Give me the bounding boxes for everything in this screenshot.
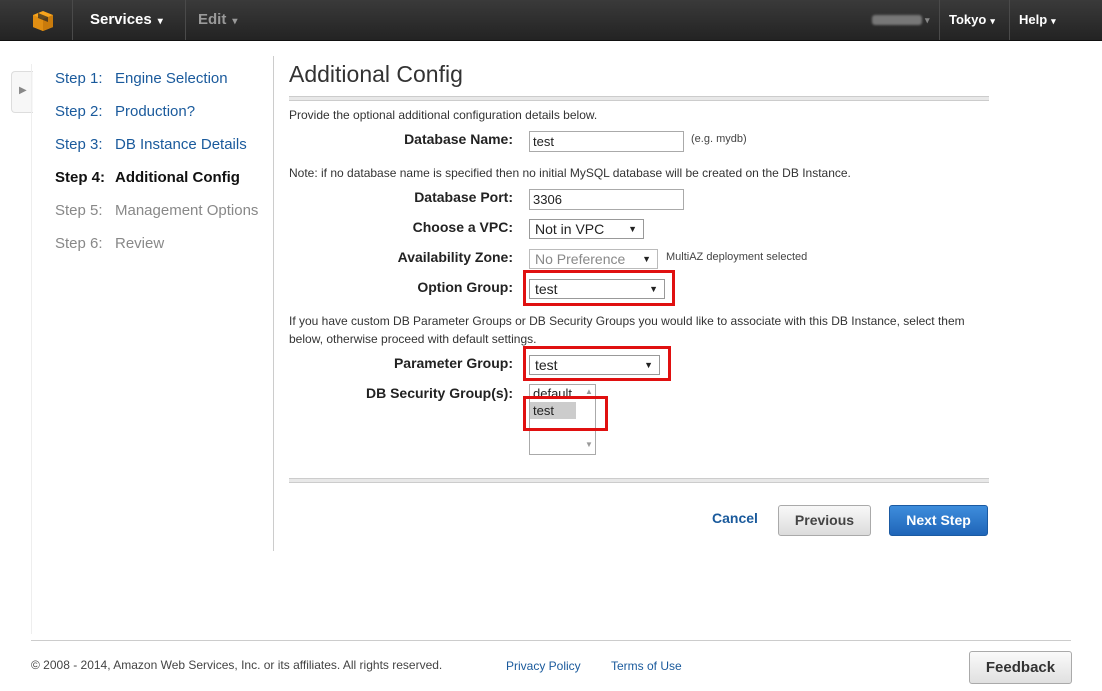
next-step-button[interactable]: Next Step — [889, 505, 988, 536]
chevron-down-icon: ▾ — [232, 16, 238, 27]
edit-menu[interactable]: Edit ▾ — [198, 0, 237, 40]
help-label: Help — [1019, 12, 1048, 27]
step-number: Step 1: — [55, 70, 103, 87]
az-label: Availability Zone: — [397, 249, 513, 265]
step-db-instance-details[interactable]: Step 3: DB Instance Details — [55, 136, 258, 169]
scroll-up-icon[interactable]: ▲ — [585, 387, 593, 396]
db-port-input[interactable]: 3306 — [529, 189, 684, 210]
chevron-down-icon: ▾ — [990, 16, 995, 26]
dropdown-arrow-icon: ▼ — [642, 254, 651, 264]
step-number: Step 4: — [55, 169, 106, 186]
divider — [72, 0, 73, 40]
param-note-line2: below, otherwise proceed with default se… — [289, 332, 537, 346]
vpc-label: Choose a VPC: — [412, 219, 513, 235]
chevron-down-icon: ▾ — [1051, 16, 1056, 26]
dropdown-arrow-icon: ▼ — [628, 224, 637, 234]
step-label: Management Options — [115, 202, 259, 219]
privacy-policy-link[interactable]: Privacy Policy — [506, 659, 581, 673]
region-label: Tokyo — [949, 12, 987, 27]
chevron-down-icon: ▾ — [925, 15, 930, 25]
expand-sidebar-tab[interactable]: ▶ — [11, 71, 33, 113]
param-group-label: Parameter Group: — [393, 355, 513, 371]
step-number: Step 2: — [55, 103, 103, 120]
db-name-hint: (e.g. mydb) — [691, 133, 747, 145]
help-menu[interactable]: Help ▾ — [1019, 0, 1056, 40]
vpc-select[interactable]: Not in VPC ▼ — [529, 219, 644, 239]
wizard-steps: Step 1: Engine Selection Step 2: Productio… — [55, 70, 258, 268]
divider — [1009, 0, 1010, 40]
copyright-text: © 2008 - 2014, Amazon Web Services, Inc.… — [31, 658, 443, 672]
highlight-box — [523, 270, 675, 306]
top-navigation-bar: Services ▾ Edit ▾ ▾ Tokyo ▾ Help ▾ — [0, 0, 1102, 41]
step-label: Review — [115, 235, 165, 252]
az-value: No Preference — [535, 251, 626, 267]
cancel-button[interactable]: Cancel — [712, 510, 758, 526]
page-title: Additional Config — [289, 61, 463, 87]
step-label: DB Instance Details — [115, 136, 247, 153]
bottom-rule — [289, 478, 989, 483]
vertical-divider — [273, 56, 274, 551]
param-note-line1: If you have custom DB Parameter Groups o… — [289, 314, 965, 328]
step-engine-selection[interactable]: Step 1: Engine Selection — [55, 70, 258, 103]
aws-cube-logo-icon[interactable] — [32, 10, 54, 32]
edit-label: Edit — [198, 11, 227, 28]
az-select: No Preference ▼ — [529, 249, 658, 269]
divider — [939, 0, 940, 40]
footer-divider — [31, 640, 1071, 641]
step-number: Step 3: — [55, 136, 103, 153]
step-additional-config: Step 4: Additional Config — [55, 169, 258, 202]
step-review: Step 6: Review — [55, 235, 258, 268]
highlight-box — [523, 396, 608, 431]
vpc-value: Not in VPC — [535, 221, 605, 237]
az-hint: MultiAZ deployment selected — [666, 251, 808, 263]
scroll-down-icon[interactable]: ▼ — [585, 440, 593, 449]
step-management-options: Step 5: Management Options — [55, 202, 258, 235]
step-label: Production? — [115, 103, 196, 120]
previous-button[interactable]: Previous — [778, 505, 871, 536]
services-label: Services — [90, 11, 152, 28]
chevron-down-icon: ▾ — [157, 16, 163, 27]
divider — [185, 0, 186, 40]
feedback-button[interactable]: Feedback — [969, 651, 1072, 684]
title-rule — [289, 96, 989, 101]
step-label: Additional Config — [115, 169, 240, 186]
db-name-input[interactable]: test — [529, 131, 684, 152]
db-port-label: Database Port: — [414, 189, 513, 205]
services-menu[interactable]: Services ▾ — [90, 0, 163, 40]
region-menu[interactable]: Tokyo ▾ — [949, 0, 995, 40]
left-border — [31, 64, 32, 634]
db-name-note: Note: if no database name is specified t… — [289, 166, 851, 180]
step-number: Step 6: — [55, 235, 103, 252]
security-group-label: DB Security Group(s): — [365, 385, 513, 401]
db-name-label: Database Name: — [404, 131, 513, 147]
intro-text: Provide the optional additional configur… — [289, 108, 598, 122]
account-name-blurred[interactable] — [872, 15, 922, 25]
terms-of-use-link[interactable]: Terms of Use — [611, 659, 682, 673]
option-group-label: Option Group: — [417, 279, 513, 295]
highlight-box — [523, 346, 671, 381]
chevron-right-icon: ▶ — [19, 85, 27, 96]
step-number: Step 5: — [55, 202, 103, 219]
step-label: Engine Selection — [115, 70, 228, 87]
step-production[interactable]: Step 2: Production? — [55, 103, 258, 136]
